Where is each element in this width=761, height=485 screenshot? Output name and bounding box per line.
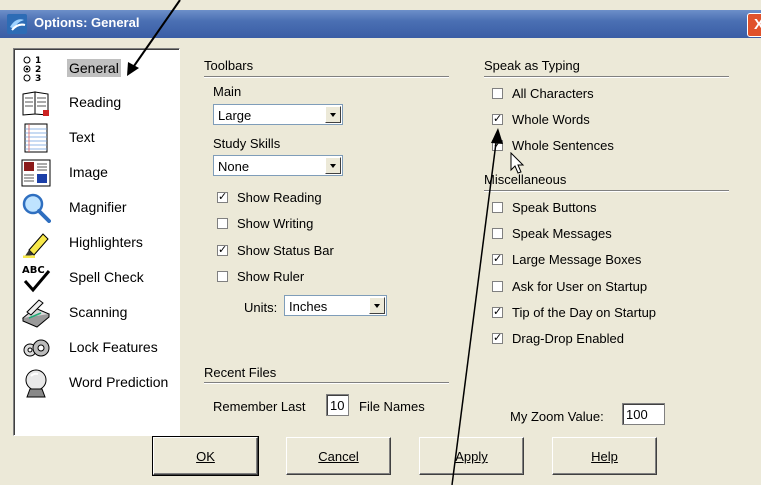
nav-item-word-prediction[interactable]: Word Prediction: [19, 366, 177, 400]
units-select[interactable]: Inches: [284, 295, 387, 316]
units-value: Inches: [289, 299, 328, 314]
checkbox-box[interactable]: [217, 271, 228, 282]
spell-check-icon: ABC: [22, 265, 51, 293]
help-button[interactable]: Help: [552, 437, 657, 475]
nav-label-magnifier: Magnifier: [69, 199, 127, 215]
tip-of-the-day-label: Tip of the Day on Startup: [512, 305, 657, 320]
nav-label-highlighters: Highlighters: [69, 234, 143, 250]
study-skills-label: Study Skills: [213, 136, 281, 151]
file-names-label: File Names: [359, 399, 425, 414]
magnifier-icon: [22, 193, 51, 223]
nav-label-image: Image: [69, 164, 108, 180]
category-list[interactable]: 1 2 3 General Reading Text Image Magnifi…: [13, 48, 180, 436]
checkbox-box[interactable]: [492, 202, 503, 213]
checkbox-box[interactable]: ✓: [492, 140, 503, 151]
miscellaneous-heading: Miscellaneous: [484, 172, 567, 187]
apply-button[interactable]: Apply: [419, 437, 524, 475]
app-logo-icon: [7, 14, 27, 34]
image-icon: [21, 159, 51, 187]
show-writing-label: Show Writing: [237, 216, 314, 231]
nav-label-spell-check: Spell Check: [69, 269, 144, 285]
nav-item-scanning[interactable]: Scanning: [19, 296, 177, 330]
checkbox-box[interactable]: ✓: [492, 333, 503, 344]
crystal-ball-icon: [25, 369, 47, 398]
main-toolbar-value: Large: [218, 108, 252, 123]
book-icon: [22, 91, 49, 116]
zoom-input[interactable]: 100: [622, 403, 665, 425]
close-button[interactable]: X: [747, 13, 761, 37]
checkbox-box[interactable]: [217, 218, 228, 229]
nav-item-highlighters[interactable]: Highlighters: [19, 226, 177, 260]
radio-list-icon: 1 2 3: [23, 56, 41, 84]
main-toolbar-label: Main: [213, 84, 242, 99]
help-label: Help: [591, 449, 618, 464]
checkbox-box[interactable]: ✓: [217, 192, 228, 203]
checkbox-box[interactable]: ✓: [492, 114, 503, 125]
ok-button[interactable]: OK: [152, 436, 259, 476]
drag-drop-label: Drag-Drop Enabled: [512, 331, 625, 346]
nav-label-reading: Reading: [69, 94, 122, 110]
svg-text:ABC: ABC: [22, 265, 45, 276]
checkbox-box[interactable]: [492, 88, 503, 99]
window-title: Options: General: [34, 15, 140, 30]
nav-label-word-prediction: Word Prediction: [69, 374, 169, 390]
checkbox-box[interactable]: ✓: [492, 307, 503, 318]
apply-label: Apply: [455, 449, 488, 464]
checkbox-box[interactable]: [492, 228, 503, 239]
study-skills-select[interactable]: None: [213, 155, 343, 176]
nav-label-lock-features: Lock Features: [69, 339, 158, 355]
lock-icon: [23, 339, 50, 357]
all-characters-label: All Characters: [512, 86, 594, 101]
zoom-value: 100: [626, 407, 648, 422]
chevron-down-icon[interactable]: [325, 157, 341, 174]
highlighter-icon: [23, 233, 49, 258]
nav-label-general: General: [67, 59, 121, 77]
nav-item-text[interactable]: Text: [19, 121, 177, 155]
speak-divider: [484, 76, 729, 78]
title-bar[interactable]: Options: General X: [0, 10, 761, 38]
text-page-icon: [24, 123, 48, 153]
show-status-bar-label: Show Status Bar: [237, 243, 334, 258]
nav-item-spell-check[interactable]: ABC Spell Check: [19, 261, 177, 295]
nav-item-reading[interactable]: Reading: [19, 86, 177, 120]
recent-files-divider: [204, 382, 449, 384]
units-label: Units:: [244, 300, 278, 315]
chevron-down-icon[interactable]: [369, 297, 385, 314]
checkbox-box[interactable]: [492, 281, 503, 292]
cancel-label: Cancel: [318, 449, 359, 464]
checkbox-box[interactable]: ✓: [217, 245, 228, 256]
nav-item-lock-features[interactable]: Lock Features: [19, 331, 177, 365]
nav-item-image[interactable]: Image: [19, 156, 177, 190]
show-reading-label: Show Reading: [237, 190, 322, 205]
close-icon: X: [753, 16, 761, 33]
speak-messages-label: Speak Messages: [512, 226, 612, 241]
toolbars-heading: Toolbars: [204, 58, 254, 73]
cancel-button[interactable]: Cancel: [286, 437, 391, 475]
nav-label-scanning: Scanning: [69, 304, 128, 320]
nav-item-general[interactable]: 1 2 3 General: [19, 52, 177, 86]
whole-words-label: Whole Words: [512, 112, 590, 127]
svg-text:3: 3: [35, 74, 41, 84]
nav-item-magnifier[interactable]: Magnifier: [19, 191, 177, 225]
speak-buttons-label: Speak Buttons: [512, 200, 597, 215]
zoom-label: My Zoom Value:: [510, 409, 604, 424]
main-toolbar-select[interactable]: Large: [213, 104, 343, 125]
study-skills-value: None: [218, 159, 250, 174]
ask-for-user-label: Ask for User on Startup: [512, 279, 648, 294]
recent-count-input[interactable]: 10: [326, 394, 349, 416]
misc-divider: [484, 190, 729, 192]
large-message-boxes-label: Large Message Boxes: [512, 252, 642, 267]
toolbars-divider: [204, 76, 449, 78]
remember-last-label: Remember Last: [213, 399, 306, 414]
ok-label: OK: [196, 449, 215, 464]
whole-sentences-label: Whole Sentences: [512, 138, 614, 153]
chevron-down-icon[interactable]: [325, 106, 341, 123]
recent-files-heading: Recent Files: [204, 365, 277, 380]
speak-as-typing-heading: Speak as Typing: [484, 58, 580, 73]
nav-label-text: Text: [69, 129, 95, 145]
scanner-icon: [22, 299, 50, 328]
checkbox-box[interactable]: ✓: [492, 254, 503, 265]
show-ruler-label: Show Ruler: [237, 269, 305, 284]
recent-count-value: 10: [330, 398, 345, 413]
